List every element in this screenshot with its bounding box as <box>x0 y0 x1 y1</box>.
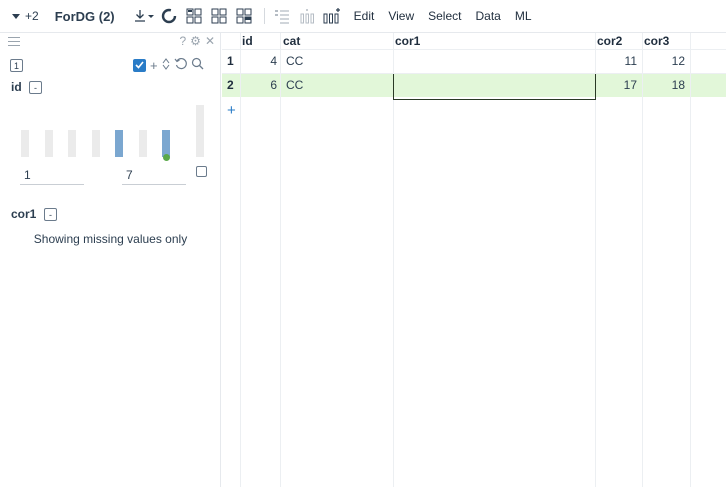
cell-cor3[interactable]: 12 <box>642 49 685 73</box>
range-min-underline <box>20 184 84 185</box>
refresh-icon[interactable] <box>158 5 180 27</box>
histogram-bar[interactable] <box>91 130 100 157</box>
column-header-cor1[interactable]: cor1 <box>395 34 420 48</box>
show-missing-checkbox[interactable] <box>196 166 207 177</box>
histogram-bar[interactable] <box>44 130 53 157</box>
view-switcher[interactable]: +2 <box>0 0 55 33</box>
table-row[interactable]: 1 4 CC 11 12 <box>222 49 726 73</box>
filters-enabled-checkbox[interactable] <box>133 58 146 72</box>
range-max-input[interactable]: 7 <box>126 168 133 182</box>
menu-icon[interactable] <box>8 37 20 46</box>
reset-icon[interactable] <box>174 57 187 73</box>
cor1-filter-title: cor1 <box>11 207 37 221</box>
menu-view[interactable]: View <box>388 9 414 23</box>
col-divider <box>595 33 596 487</box>
current-cell-outline <box>393 73 596 100</box>
cell-cat[interactable]: CC <box>286 49 303 73</box>
filter-actions: + <box>133 57 204 73</box>
cell-cor2[interactable]: 11 <box>595 49 637 73</box>
id-filter-collapse-button[interactable]: - <box>29 81 42 94</box>
cell-id[interactable]: 4 <box>240 49 277 73</box>
filter-count-badge: 1 <box>10 59 23 72</box>
col-divider <box>642 33 643 487</box>
columns-view-icon[interactable] <box>296 5 318 27</box>
view-count: +2 <box>25 9 39 23</box>
histogram-bar[interactable] <box>138 130 147 157</box>
data-grid: id cat cor1 cor2 cor3 1 4 CC 11 12 2 6 C… <box>222 33 726 487</box>
filter-panel: ? ⚙ ✕ 1 + id - 1 7 cor1 - Showing missin… <box>0 33 221 487</box>
cell-cor2[interactable]: 17 <box>595 73 637 97</box>
cell-id[interactable]: 6 <box>240 73 277 97</box>
download-icon[interactable] <box>133 5 155 27</box>
sort-icon[interactable] <box>162 57 170 73</box>
missing-values-message: Showing missing values only <box>33 232 188 246</box>
toolbar: +2 ForDG (2) Edit View Select Data ML <box>0 0 726 33</box>
add-row-button[interactable]: + <box>227 102 236 119</box>
close-icon[interactable]: ✕ <box>205 34 215 48</box>
column-header-cat[interactable]: cat <box>283 34 300 48</box>
header-divider <box>222 49 726 50</box>
row-number[interactable]: 1 <box>227 49 234 73</box>
histogram-bar[interactable] <box>115 130 123 157</box>
add-column-icon[interactable] <box>321 5 343 27</box>
col-divider <box>393 33 394 487</box>
menu-select[interactable]: Select <box>428 9 461 23</box>
id-filter-title: id <box>11 80 22 94</box>
col-divider <box>280 33 281 487</box>
grid-view-icon[interactable] <box>183 5 205 27</box>
histogram-bar[interactable] <box>68 130 76 157</box>
column-header-id[interactable]: id <box>242 34 253 48</box>
table-title[interactable]: ForDG (2) <box>55 9 115 24</box>
cell-cat[interactable]: CC <box>286 73 303 97</box>
cor1-filter-collapse-button[interactable]: - <box>44 208 57 221</box>
help-icon[interactable]: ? <box>179 34 186 48</box>
cell-cor1[interactable] <box>396 49 592 73</box>
histogram-bar[interactable] <box>21 130 29 157</box>
list-view-icon[interactable] <box>271 5 293 27</box>
column-header-cor3[interactable]: cor3 <box>644 34 669 48</box>
search-icon[interactable] <box>191 57 204 73</box>
id-histogram[interactable] <box>0 101 221 161</box>
histogram-scroll-track[interactable] <box>196 105 204 157</box>
menu-ml[interactable]: ML <box>515 9 532 23</box>
col-divider <box>690 33 691 487</box>
dashboard-view-icon[interactable] <box>233 5 255 27</box>
settings-icon[interactable]: ⚙ <box>190 34 201 48</box>
caret-down-icon <box>12 13 20 19</box>
cell-cor3[interactable]: 18 <box>642 73 685 97</box>
tiles-view-icon[interactable] <box>208 5 230 27</box>
menu-data[interactable]: Data <box>475 9 500 23</box>
row-number[interactable]: 2 <box>227 73 234 97</box>
row-divider <box>222 73 726 74</box>
filter-panel-header: ? ⚙ ✕ <box>0 33 221 51</box>
range-min-input[interactable]: 1 <box>24 168 31 182</box>
column-header-cor2[interactable]: cor2 <box>597 34 622 48</box>
toolbar-divider <box>263 8 265 24</box>
menu-edit[interactable]: Edit <box>354 9 375 23</box>
range-max-handle[interactable] <box>162 154 170 161</box>
col-divider <box>240 33 241 487</box>
add-filter-icon[interactable]: + <box>150 59 158 72</box>
range-max-underline <box>122 184 186 185</box>
histogram-bar[interactable] <box>162 130 170 157</box>
